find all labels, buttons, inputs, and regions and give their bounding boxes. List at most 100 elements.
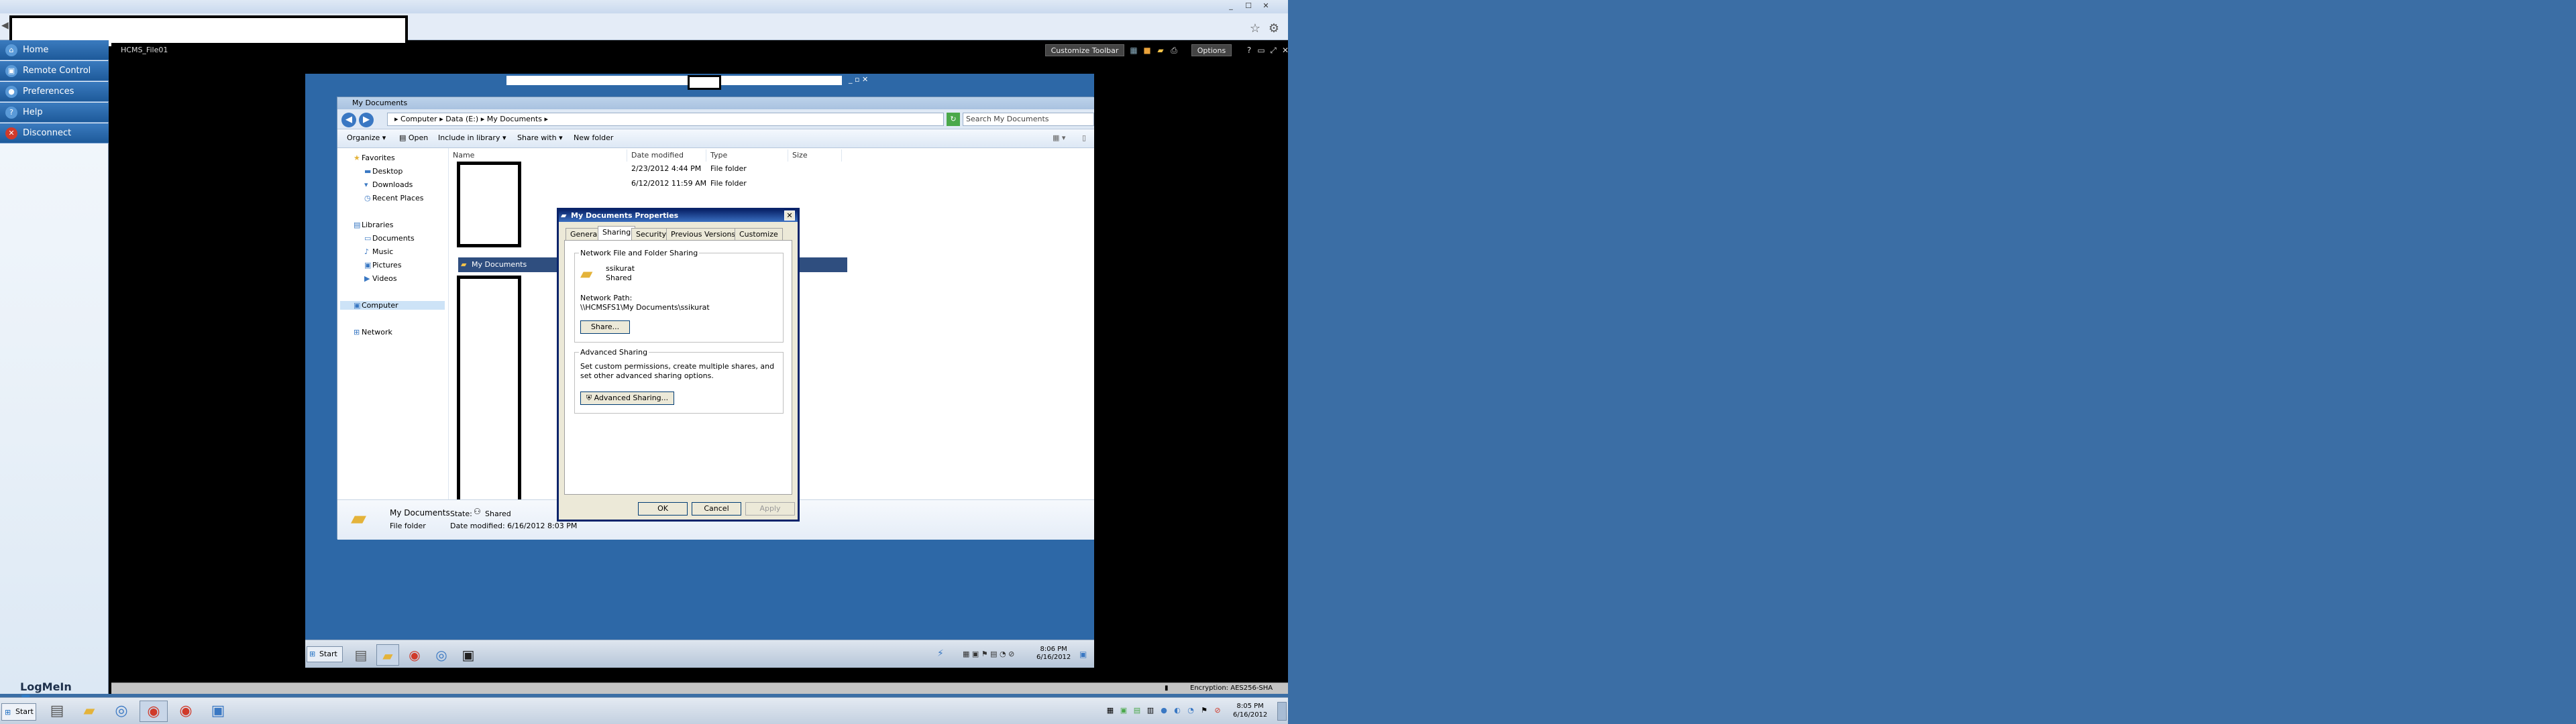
dialog-close-button[interactable]: ✕: [784, 210, 795, 221]
host-clock[interactable]: 8:05 PM 6/16/2012: [1233, 702, 1267, 719]
breadcrumb[interactable]: ▸ Computer ▸ Data (E:) ▸ My Documents ▸: [387, 113, 944, 126]
star-icon[interactable]: ☆: [1248, 21, 1263, 36]
downloads-icon: ▾: [364, 180, 368, 189]
customize-toolbar-button[interactable]: Customize Toolbar: [1045, 44, 1124, 56]
cancel-button[interactable]: Cancel: [692, 502, 741, 516]
close-button[interactable]: ✕: [1260, 1, 1272, 11]
remote-desktop-icon[interactable]: ▣: [204, 701, 232, 722]
browser-address-row: ◀ ☆ ⚙: [0, 13, 1288, 49]
nav-downloads[interactable]: ▾ Downloads: [364, 180, 413, 189]
disconnect-icon: ✕: [5, 127, 17, 139]
color-icon[interactable]: ■: [1142, 45, 1152, 56]
file-name: My Documents: [472, 260, 527, 269]
tray-icon[interactable]: ●: [1159, 706, 1169, 715]
show-desktop-button[interactable]: [1277, 702, 1287, 721]
ok-button[interactable]: OK: [638, 502, 688, 516]
advanced-sharing-label: Advanced Sharing...: [594, 394, 669, 402]
host-taskbar: ⊞ Start ▤ ▰ ◎ ◉ ◉ ▣ ▦ ▣ ▤ ▥ ● ◐ ◔ ⚑ ⊘ 8:…: [0, 697, 1288, 724]
nav-libraries[interactable]: ▤ Libraries: [354, 221, 394, 229]
apply-button[interactable]: Apply: [745, 502, 795, 516]
include-in-library-button[interactable]: Include in library ▾: [438, 133, 506, 142]
sidebar-item-preferences[interactable]: ● Preferences: [0, 82, 109, 102]
back-button[interactable]: ◀: [341, 113, 356, 127]
server-manager-icon[interactable]: ▤: [350, 644, 372, 666]
back-arrow-icon[interactable]: ◀: [1, 20, 9, 31]
remote-window-controls[interactable]: _ ▫ ✕: [849, 75, 868, 84]
windows-icon: ⊞: [309, 650, 316, 658]
preview-pane-icon[interactable]: ▯: [1082, 133, 1086, 142]
column-date-modified[interactable]: Date modified: [627, 149, 706, 162]
close-icon[interactable]: ✕: [1280, 45, 1291, 56]
volume-icon[interactable]: ⊘: [1213, 706, 1222, 715]
ie-icon[interactable]: ◎: [430, 644, 453, 666]
nav-music[interactable]: ♪ Music: [364, 247, 393, 256]
flag-icon[interactable]: ⚑: [1199, 706, 1209, 715]
column-size[interactable]: Size: [788, 149, 842, 162]
tray-icon[interactable]: ▥: [1146, 706, 1155, 715]
screen-icon[interactable]: ▦: [1128, 45, 1139, 56]
chrome-icon[interactable]: ◉: [140, 701, 168, 722]
search-input[interactable]: Search My Documents: [963, 113, 1094, 126]
share-with-button[interactable]: Share with ▾: [517, 133, 563, 142]
print-icon[interactable]: ⎙: [1169, 45, 1179, 56]
remote-session-bar: _ ▫ ✕: [305, 74, 1094, 90]
column-type[interactable]: Type: [706, 149, 788, 162]
nav-recent-places[interactable]: ◷ Recent Places: [364, 194, 424, 202]
remote-control-icon: ▣: [5, 65, 17, 77]
nav-favorites[interactable]: ★ Favorites: [354, 154, 395, 162]
browser-icon[interactable]: ◉: [403, 644, 426, 666]
explorer-icon[interactable]: ▰: [376, 644, 399, 666]
tray-icon[interactable]: ▦: [1106, 706, 1115, 715]
forward-button[interactable]: ▶: [359, 113, 374, 127]
redacted-box: [688, 75, 721, 90]
nav-pictures[interactable]: ▣ Pictures: [364, 261, 402, 269]
advanced-sharing-button[interactable]: ⛨ Advanced Sharing...: [580, 391, 674, 405]
sidebar-item-help[interactable]: ? Help: [0, 103, 109, 123]
help-icon[interactable]: ?: [1244, 45, 1254, 56]
ie-icon[interactable]: ◎: [107, 701, 136, 722]
restore-icon[interactable]: ▭: [1256, 45, 1267, 56]
nav-desktop[interactable]: ▬ Desktop: [364, 167, 402, 176]
minimize-button[interactable]: _: [1225, 1, 1237, 11]
network-tray-icon[interactable]: ⚡: [937, 648, 944, 659]
column-name[interactable]: Name: [449, 149, 627, 162]
nav-documents[interactable]: ▭ Documents: [364, 234, 415, 243]
tab-sharing[interactable]: Sharing: [598, 226, 636, 241]
fullscreen-icon[interactable]: ⤢: [1268, 45, 1279, 56]
host-date: 6/16/2012: [1233, 711, 1268, 719]
organize-button[interactable]: Organize ▾: [347, 133, 386, 142]
host-start-button[interactable]: ⊞ Start: [1, 703, 36, 721]
nav-videos[interactable]: ▶ Videos: [364, 274, 397, 283]
tab-security[interactable]: Security: [631, 228, 672, 240]
folder-icon[interactable]: ▰: [1155, 45, 1166, 56]
tray-icon[interactable]: ◐: [1173, 706, 1182, 715]
logmein-sidebar: ⌂ Home ▣ Remote Control ● Preferences ? …: [0, 40, 109, 711]
tray-icon[interactable]: ▤: [1132, 706, 1142, 715]
explorer-icon[interactable]: ▰: [75, 701, 103, 722]
browser-icon[interactable]: ◉: [172, 701, 200, 722]
wrench-icon[interactable]: ⚙: [1267, 21, 1281, 36]
remote-clock[interactable]: 8:06 PM 6/16/2012: [1036, 646, 1071, 662]
open-button[interactable]: ▤ Open: [399, 133, 428, 142]
tab-customize[interactable]: Customize: [735, 228, 783, 240]
tray-icon[interactable]: ◔: [1186, 706, 1195, 715]
sidebar-item-home[interactable]: ⌂ Home: [0, 40, 109, 60]
refresh-icon[interactable]: ↻: [947, 113, 960, 126]
maximize-button[interactable]: ☐: [1242, 1, 1254, 11]
tray-icon[interactable]: ▣: [1119, 706, 1128, 715]
remote-desktop[interactable]: _ ▫ ✕ My Documents ◀ ▶ ▸ Computer ▸ Data…: [305, 74, 1094, 668]
sidebar-item-disconnect[interactable]: ✕ Disconnect: [0, 123, 109, 143]
tray-icons[interactable]: ▦ ▣ ⚑ ▤ ◔ ⊘: [963, 650, 1014, 658]
nav-network[interactable]: ⊞ Network: [354, 328, 392, 337]
tab-previous-versions[interactable]: Previous Versions: [666, 228, 741, 240]
view-icon[interactable]: ▦ ▾: [1053, 133, 1065, 142]
share-button[interactable]: Share...: [580, 320, 630, 334]
new-folder-button[interactable]: New folder: [574, 133, 613, 142]
server-manager-icon[interactable]: ▤: [43, 701, 71, 722]
nav-computer[interactable]: ▣ Computer: [340, 301, 445, 310]
cmd-icon[interactable]: ▣: [457, 644, 480, 666]
show-desktop-icon[interactable]: ▣: [1079, 650, 1087, 659]
options-button[interactable]: Options: [1191, 44, 1232, 56]
remote-start-button[interactable]: ⊞ Start: [307, 646, 343, 662]
sidebar-item-remote-control[interactable]: ▣ Remote Control: [0, 61, 109, 81]
